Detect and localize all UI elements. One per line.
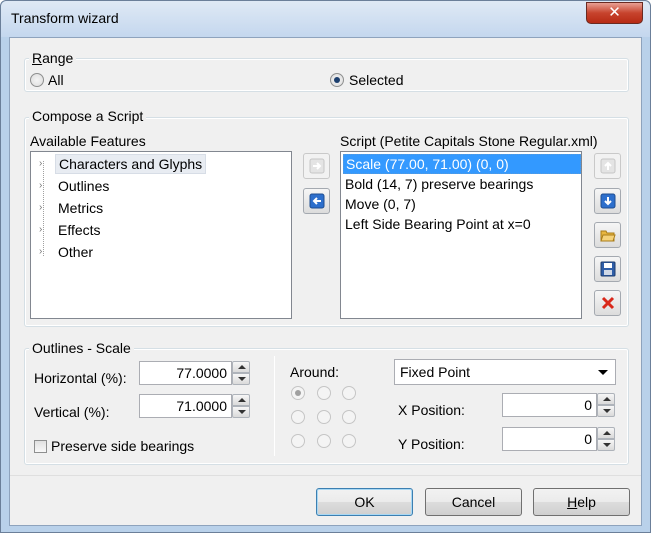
expand-icon[interactable]: › bbox=[39, 198, 45, 218]
arrow-down-icon bbox=[600, 193, 616, 209]
script-label: Script (Petite Capitals Stone Regular.xm… bbox=[340, 133, 598, 149]
script-item[interactable]: Bold (14, 7) preserve bearings bbox=[343, 174, 533, 194]
anchor-radio-top-center[interactable] bbox=[317, 386, 331, 400]
folder-open-icon bbox=[600, 230, 616, 242]
dialog-client-area: Range All Selected Compose a Script Avai… bbox=[9, 37, 642, 526]
tree-item-label[interactable]: Characters and Glyphs bbox=[55, 154, 207, 174]
anchor-radio-top-right[interactable] bbox=[342, 386, 356, 400]
help-button[interactable]: Help bbox=[533, 488, 630, 516]
open-script-button[interactable] bbox=[594, 222, 621, 248]
tree-item-label[interactable]: Other bbox=[55, 242, 96, 262]
vertical-spinner[interactable] bbox=[232, 394, 250, 418]
spin-up-icon[interactable] bbox=[232, 394, 250, 406]
anchor-radio-top-left[interactable] bbox=[291, 386, 305, 400]
expand-icon[interactable]: › bbox=[39, 220, 45, 240]
arrow-right-icon bbox=[309, 158, 325, 174]
remove-feature-button[interactable] bbox=[303, 188, 330, 214]
anchor-radio-bottom-center[interactable] bbox=[317, 434, 331, 448]
script-list[interactable]: Scale (77.00, 71.00) (0, 0) Bold (14, 7)… bbox=[340, 151, 582, 319]
vertical-label: Vertical (%): bbox=[34, 404, 110, 420]
script-item[interactable]: Left Side Bearing Point at x=0 bbox=[343, 214, 531, 234]
floppy-disk-icon bbox=[600, 261, 616, 277]
window-title: Transform wizard bbox=[11, 10, 119, 26]
expand-icon[interactable]: › bbox=[39, 242, 45, 262]
transform-wizard-window: Transform wizard ✕ Range All Selected Co… bbox=[0, 0, 651, 533]
anchor-radio-middle-right[interactable] bbox=[342, 410, 356, 424]
title-bar: Transform wizard ✕ bbox=[1, 1, 650, 37]
range-all-label[interactable]: All bbox=[48, 72, 64, 88]
cancel-button[interactable]: Cancel bbox=[425, 488, 522, 516]
vertical-input[interactable]: 71.0000 bbox=[139, 394, 232, 418]
script-item[interactable]: Move (0, 7) bbox=[343, 194, 416, 214]
move-down-button[interactable] bbox=[594, 188, 621, 214]
save-script-button[interactable] bbox=[594, 256, 621, 282]
spin-up-icon[interactable] bbox=[597, 393, 615, 405]
preserve-side-bearings-checkbox[interactable] bbox=[34, 440, 47, 453]
range-legend: Range bbox=[29, 50, 77, 66]
horizontal-label: Horizontal (%): bbox=[34, 370, 127, 386]
anchor-radio-middle-left[interactable] bbox=[291, 410, 305, 424]
around-label: Around: bbox=[290, 364, 340, 380]
range-selected-radio[interactable] bbox=[330, 73, 344, 87]
anchor-radio-center[interactable] bbox=[317, 410, 331, 424]
spin-down-icon[interactable] bbox=[597, 405, 615, 417]
features-tree[interactable]: › Characters and Glyphs › Outlines › Met… bbox=[30, 151, 292, 319]
compose-legend: Compose a Script bbox=[29, 108, 147, 124]
spin-down-icon[interactable] bbox=[232, 406, 250, 418]
move-up-button[interactable] bbox=[594, 153, 621, 179]
tree-item-label[interactable]: Metrics bbox=[55, 198, 106, 218]
anchor-radio-bottom-left[interactable] bbox=[291, 434, 305, 448]
preserve-side-bearings-label[interactable]: Preserve side bearings bbox=[51, 438, 194, 454]
arrow-left-icon bbox=[309, 193, 325, 209]
add-feature-button[interactable] bbox=[303, 153, 330, 179]
close-button[interactable]: ✕ bbox=[586, 2, 643, 24]
vertical-separator bbox=[274, 356, 275, 456]
red-x-icon bbox=[601, 296, 615, 310]
script-item[interactable]: Scale (77.00, 71.00) (0, 0) bbox=[343, 154, 581, 174]
y-position-label: Y Position: bbox=[398, 436, 465, 452]
close-icon: ✕ bbox=[608, 4, 621, 21]
arrow-up-icon bbox=[600, 158, 616, 174]
range-all-radio[interactable] bbox=[30, 73, 44, 87]
horizontal-spinner[interactable] bbox=[232, 361, 250, 385]
y-position-input[interactable]: 0 bbox=[502, 427, 597, 451]
scale-legend: Outlines - Scale bbox=[29, 340, 134, 356]
x-position-label: X Position: bbox=[398, 402, 465, 418]
delete-script-item-button[interactable] bbox=[594, 290, 621, 316]
spin-down-icon[interactable] bbox=[597, 439, 615, 451]
range-group bbox=[24, 58, 629, 92]
available-features-label: Available Features bbox=[30, 133, 146, 149]
y-position-spinner[interactable] bbox=[597, 427, 615, 451]
ok-button[interactable]: OK bbox=[316, 488, 413, 516]
horizontal-input[interactable]: 77.0000 bbox=[139, 361, 232, 385]
spin-down-icon[interactable] bbox=[232, 373, 250, 385]
spin-up-icon[interactable] bbox=[232, 361, 250, 373]
tree-item-label[interactable]: Outlines bbox=[55, 176, 112, 196]
anchor-radio-bottom-right[interactable] bbox=[342, 434, 356, 448]
expand-icon[interactable]: › bbox=[39, 154, 45, 174]
tree-item-label[interactable]: Effects bbox=[55, 220, 104, 240]
expand-icon[interactable]: › bbox=[39, 176, 45, 196]
chevron-down-icon[interactable] bbox=[598, 370, 608, 375]
around-select[interactable]: Fixed Point bbox=[394, 359, 616, 385]
x-position-spinner[interactable] bbox=[597, 393, 615, 417]
around-select-value: Fixed Point bbox=[400, 364, 471, 380]
range-selected-label[interactable]: Selected bbox=[349, 72, 403, 88]
spin-up-icon[interactable] bbox=[597, 427, 615, 439]
x-position-input[interactable]: 0 bbox=[502, 393, 597, 417]
